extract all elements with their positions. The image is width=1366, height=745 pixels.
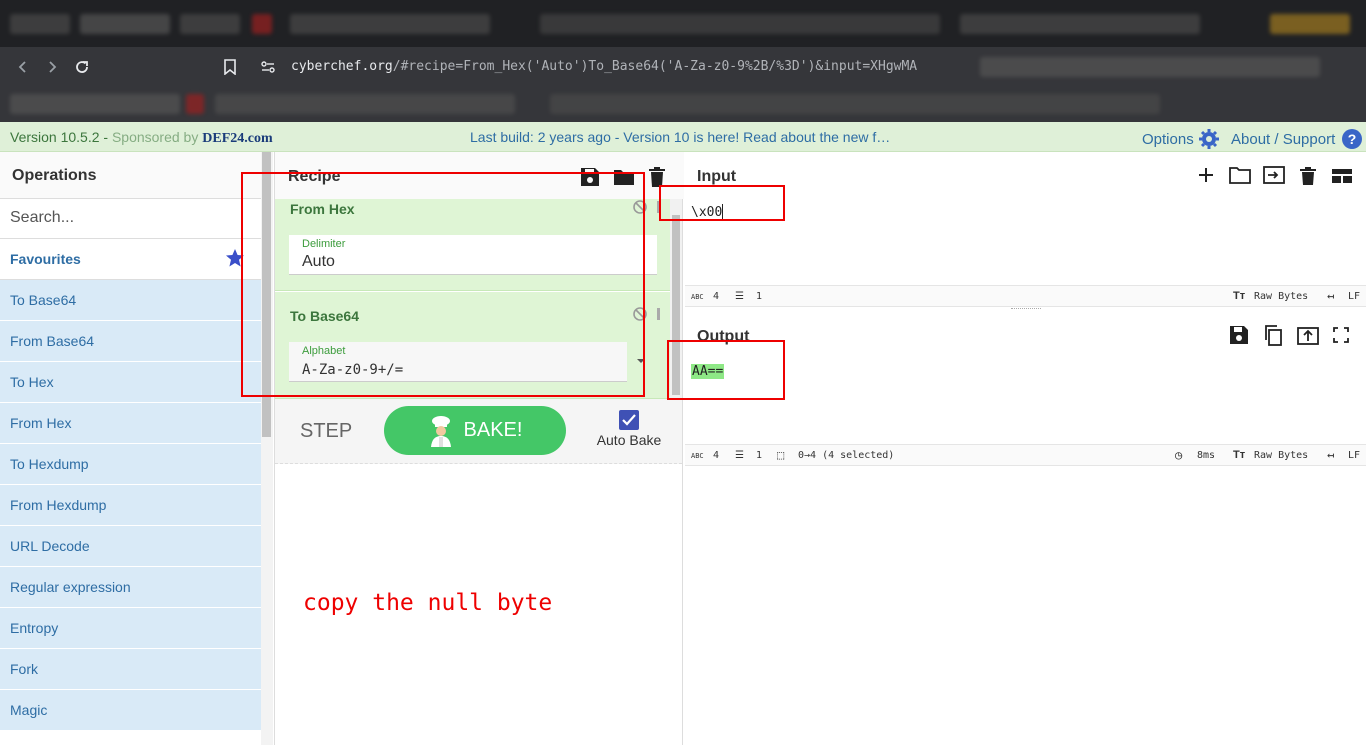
cyberchef-banner: Version 10.5.2 - Sponsored by DEF24.com …	[0, 122, 1366, 152]
breakpoint-icon[interactable]	[657, 308, 660, 320]
lines-icon: ☰	[735, 291, 744, 302]
version-label: Version 10.5.2 - Sponsored by DEF24.com	[10, 129, 273, 147]
output-char-count: 4	[713, 450, 720, 461]
operation-item[interactable]: URL Decode	[0, 526, 261, 567]
eol-icon: ↤	[1327, 448, 1335, 462]
browser-tab-strip	[0, 0, 1366, 47]
output-status-bar: ABC 4 ☰ 1 ⬚ 0→4 (4 selected) ◷ 8ms Tт Ra…	[685, 444, 1366, 466]
maximise-icon[interactable]	[1333, 327, 1349, 343]
eol-icon: ↤	[1327, 289, 1335, 303]
svg-text:?: ?	[1348, 131, 1357, 147]
blurred-tab	[10, 14, 70, 34]
site-settings-icon[interactable]	[256, 55, 280, 79]
options-label: Options	[1142, 130, 1194, 148]
auto-bake-checkbox[interactable]	[619, 410, 639, 430]
auto-bake-toggle[interactable]: Auto Bake	[594, 410, 664, 448]
blurred-bookmark	[550, 94, 1160, 114]
operation-item[interactable]: Fork	[0, 649, 261, 690]
options-button[interactable]: Options	[1142, 128, 1220, 150]
abc-icon: ABC	[691, 452, 704, 460]
chef-icon	[430, 415, 451, 447]
back-icon[interactable]	[11, 55, 35, 79]
blurred-tab	[252, 14, 272, 34]
operation-item[interactable]: To Hex	[0, 362, 261, 403]
operation-item[interactable]: To Base64	[0, 280, 261, 321]
operation-item[interactable]: Entropy	[0, 608, 261, 649]
input-title: Input	[697, 168, 737, 185]
selection-icon: ⬚	[777, 448, 785, 462]
annotation-box-recipe	[241, 172, 645, 397]
operation-item[interactable]: From Hex	[0, 403, 261, 444]
replace-input-icon[interactable]	[1297, 325, 1319, 345]
forward-icon[interactable]	[40, 55, 64, 79]
lines-icon: ☰	[735, 450, 744, 461]
bake-button[interactable]: BAKE!	[384, 406, 566, 455]
favourites-label: Favourites	[10, 251, 81, 267]
blurred-tab	[1270, 14, 1350, 34]
operation-item[interactable]: To Hexdump	[0, 444, 261, 485]
bookmark-icon[interactable]	[218, 55, 242, 79]
auto-bake-label: Auto Bake	[596, 432, 662, 448]
input-encoding[interactable]: Raw Bytes	[1254, 291, 1308, 302]
output-encoding[interactable]: Raw Bytes	[1254, 450, 1308, 461]
operations-search-input[interactable]: Search...	[0, 199, 261, 239]
add-tab-icon[interactable]	[1197, 166, 1215, 184]
text-encoding-icon: Tт	[1233, 290, 1246, 302]
open-file-icon[interactable]	[1263, 166, 1285, 184]
input-status-bar: ABC 4 ☰ 1 Tт Raw Bytes ↤ LF	[685, 285, 1366, 307]
sponsor-link[interactable]: DEF24.com	[202, 131, 272, 146]
save-output-icon[interactable]	[1229, 325, 1249, 345]
help-icon: ?	[1342, 129, 1363, 149]
clock-icon: ◷	[1175, 448, 1183, 462]
about-support-button[interactable]: About / Support ?	[1231, 128, 1363, 150]
favourites-category[interactable]: Favourites	[0, 239, 261, 280]
text-encoding-icon: Tт	[1233, 449, 1246, 461]
blurred-tab	[960, 14, 1200, 34]
address-bar: cyberchef.org/#recipe=From_Hex('Auto')To…	[0, 47, 1366, 87]
blurred-tab	[540, 14, 940, 34]
clear-input-trash-icon[interactable]	[1299, 166, 1317, 186]
blurred-tab	[80, 14, 170, 34]
input-line-count: 1	[756, 291, 763, 302]
operation-item[interactable]: Regular expression	[0, 567, 261, 608]
operation-item[interactable]: Magic	[0, 690, 261, 731]
open-folder-icon[interactable]	[1229, 166, 1251, 184]
operation-item[interactable]: From Hexdump	[0, 485, 261, 526]
annotation-box-output	[667, 340, 785, 400]
output-selection-range: 0→4 (4 selected)	[798, 450, 895, 461]
operation-item[interactable]: From Base64	[0, 321, 261, 362]
input-char-count: 4	[713, 291, 720, 302]
output-eol[interactable]: LF	[1348, 450, 1360, 461]
blurred-bookmark	[186, 94, 204, 114]
bake-label: BAKE!	[463, 419, 523, 441]
about-label: About / Support	[1231, 130, 1336, 148]
version-text: Version 10.5.2 -	[10, 129, 112, 145]
resize-handle[interactable]	[1011, 308, 1041, 310]
blurred-tab	[180, 14, 240, 34]
bookmarks-bar	[0, 87, 1366, 122]
input-eol[interactable]: LF	[1348, 291, 1360, 302]
reload-icon[interactable]	[70, 55, 94, 79]
abc-icon: ABC	[691, 293, 704, 301]
gear-icon	[1198, 129, 1219, 149]
recipe-controls: STEP BAKE! Auto Bake	[275, 399, 682, 464]
output-bake-time: 8ms	[1197, 450, 1216, 461]
output-line-count: 1	[756, 450, 763, 461]
build-notice[interactable]: Last build: 2 years ago - Version 10 is …	[470, 129, 890, 145]
annotation-note: copy the null byte	[303, 590, 553, 616]
sponsored-text: Sponsored by	[111, 129, 203, 145]
blurred-tab	[290, 14, 490, 34]
blurred-bookmark	[10, 94, 180, 114]
blurred-bookmark	[215, 94, 515, 114]
url-text[interactable]: cyberchef.org/#recipe=From_Hex('Auto')To…	[291, 59, 917, 74]
copy-output-icon[interactable]	[1263, 324, 1283, 346]
blurred-extensions	[980, 57, 1320, 77]
operations-title: Operations	[0, 152, 261, 199]
layout-icon[interactable]	[1331, 168, 1353, 184]
checkmark-icon	[622, 414, 636, 426]
step-button[interactable]: STEP	[300, 420, 352, 443]
operations-panel: Operations Search... Favourites To Base6…	[0, 152, 261, 745]
io-panel: Input \x00 ABC 4 ☰ 1 Tт Raw Bytes ↤ LF O…	[685, 152, 1366, 745]
annotation-box-input	[659, 185, 785, 221]
